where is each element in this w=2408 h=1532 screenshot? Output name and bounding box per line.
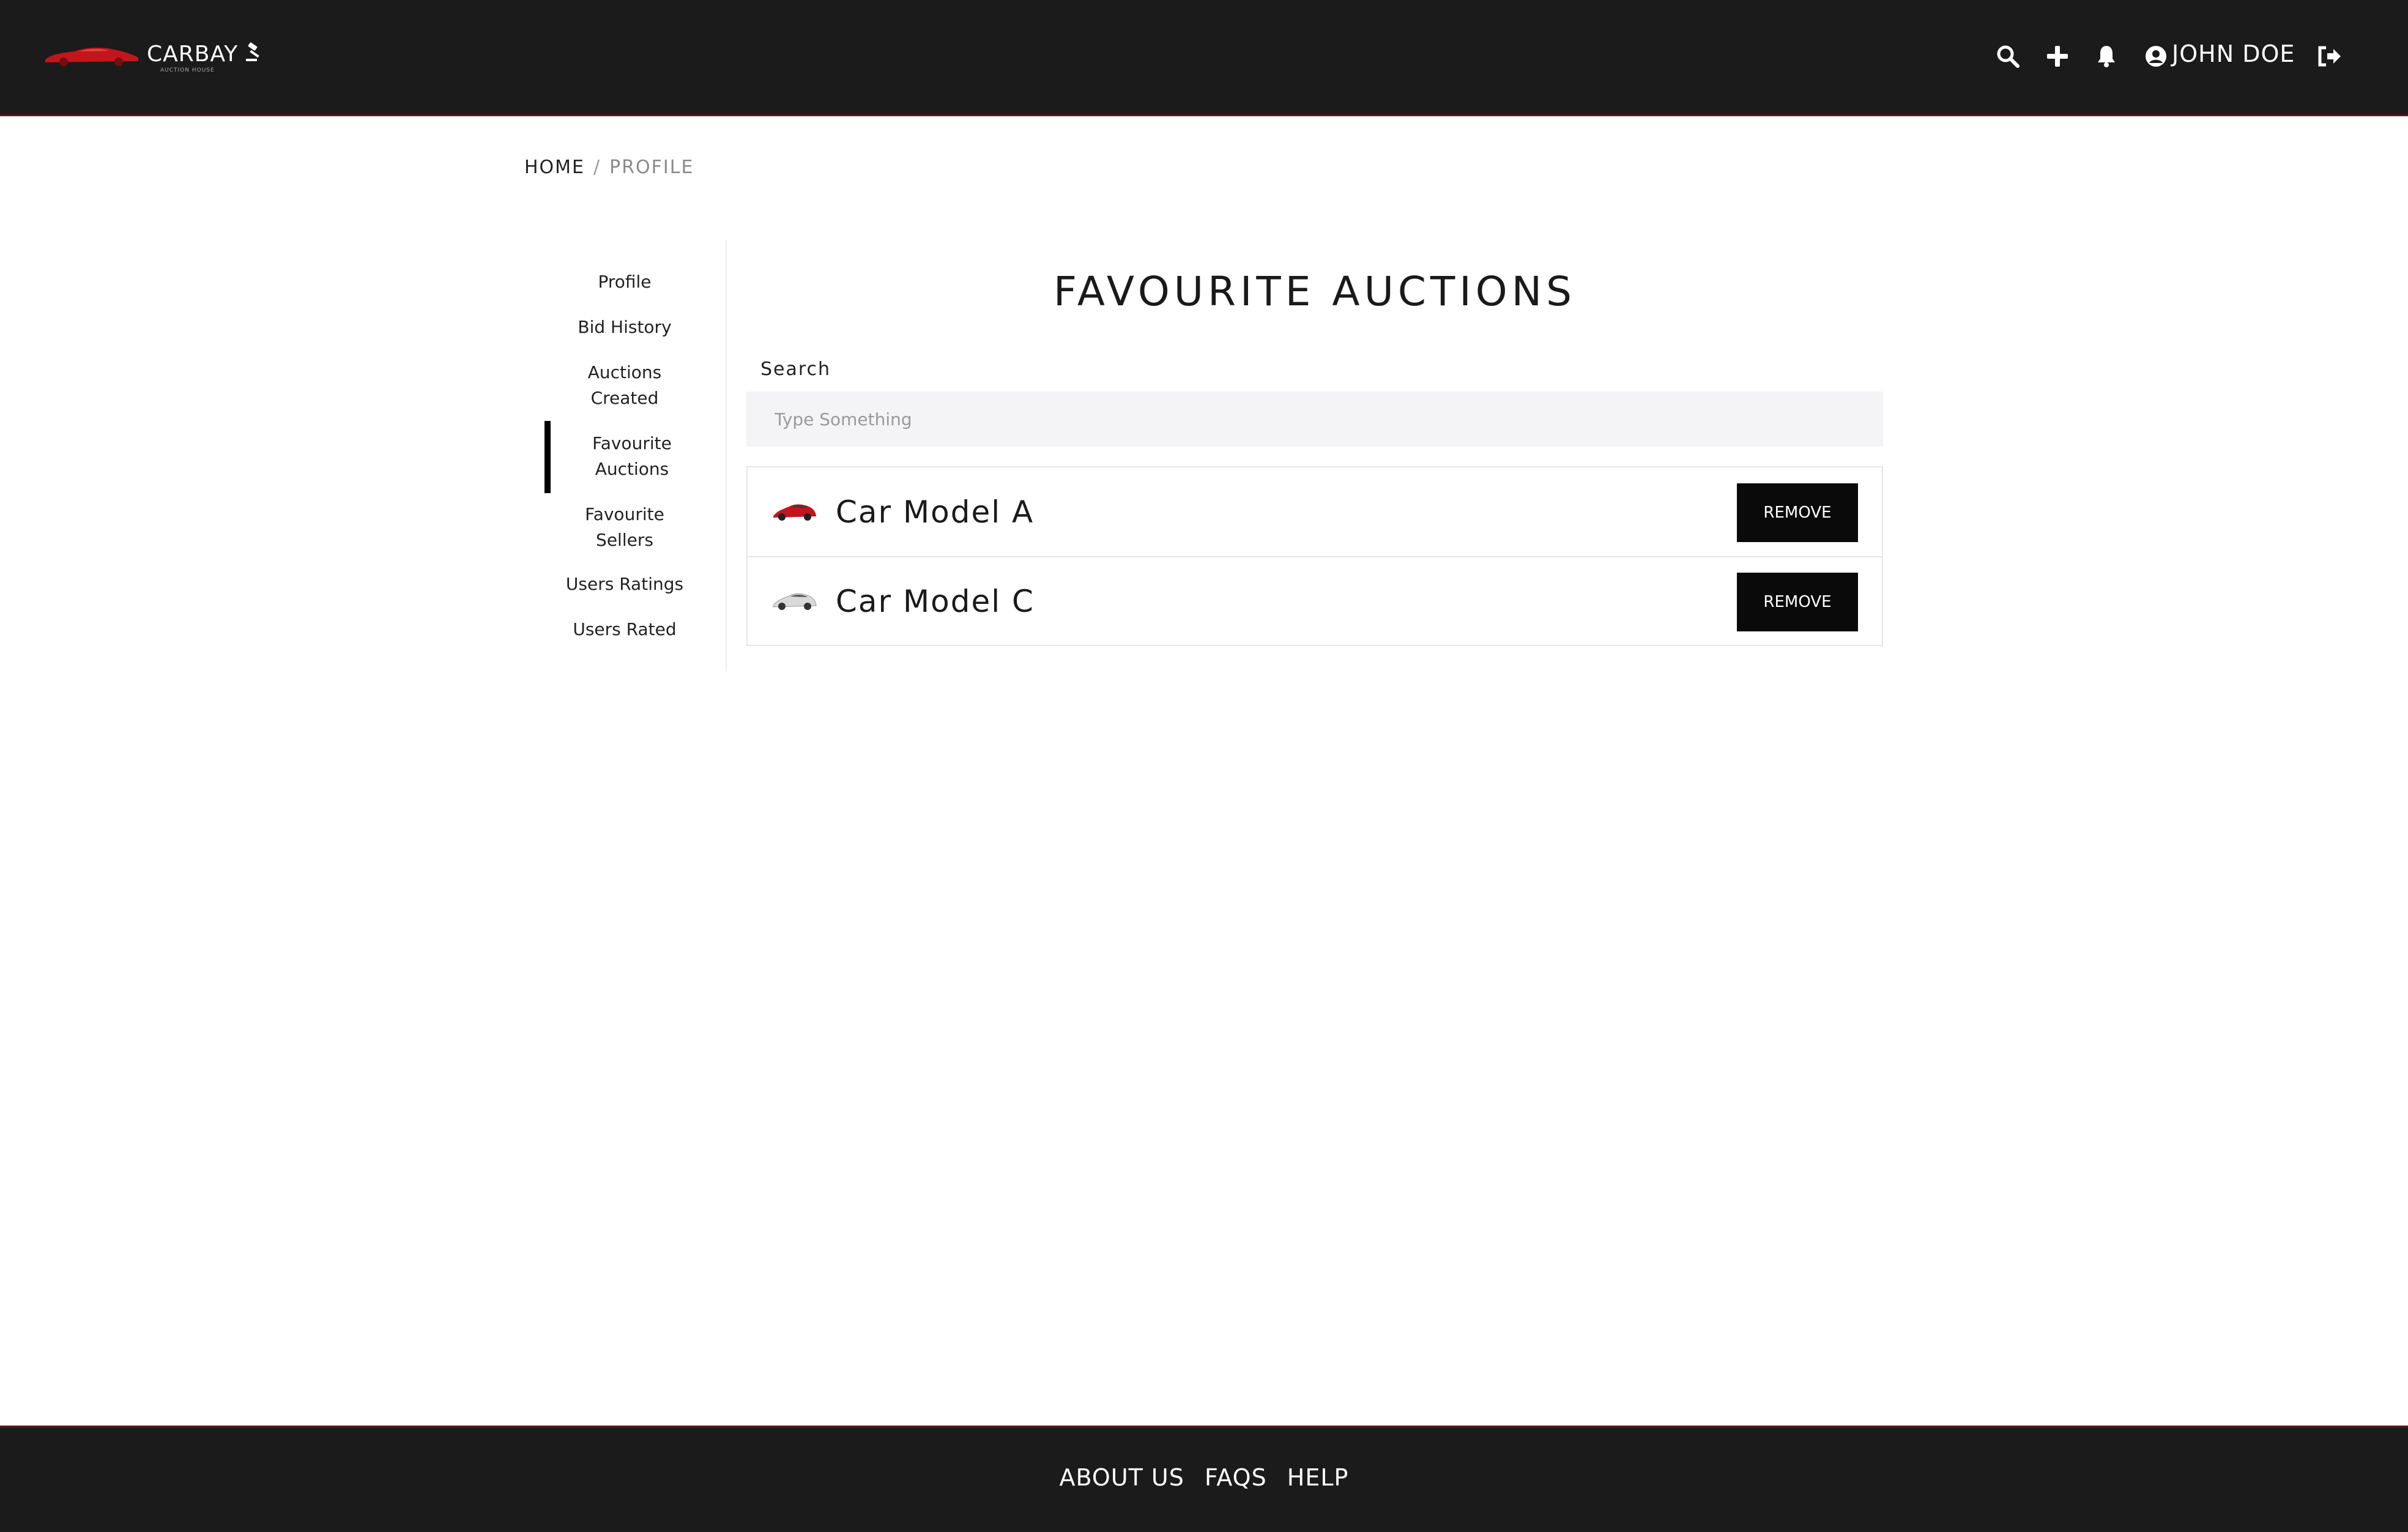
sidebar-item-bid-history[interactable]: Bid History xyxy=(544,314,705,340)
remove-button[interactable]: REMOVE xyxy=(1737,483,1858,542)
sidebar-item-profile[interactable]: Profile xyxy=(544,269,705,295)
footer-link-about-us[interactable]: ABOUT US xyxy=(1060,1464,1184,1491)
breadcrumb-separator: / xyxy=(593,157,601,178)
user-name-link[interactable]: JOHN DOE xyxy=(2172,40,2295,67)
footer-links: ABOUT US FAQS HELP xyxy=(0,1464,2408,1491)
plus-icon[interactable] xyxy=(2046,44,2069,69)
car-thumbnail-image xyxy=(773,593,817,610)
top-navbar: CARBAY AUCTION HOUSE JOHN DOE xyxy=(0,0,2408,116)
search-icon[interactable] xyxy=(1996,44,2020,69)
list-item: Car Model C REMOVE xyxy=(748,557,1882,645)
sidebar-active-indicator xyxy=(544,421,551,493)
remove-button[interactable]: REMOVE xyxy=(1737,573,1858,631)
profile-sidebar: Profile Bid History Auctions Created Fav… xyxy=(544,240,727,671)
logo-car-icon xyxy=(45,47,138,66)
logout-icon[interactable] xyxy=(2317,45,2342,67)
breadcrumb: HOME / PROFILE xyxy=(524,157,694,178)
search-input[interactable] xyxy=(746,392,1883,447)
footer-link-faqs[interactable]: FAQS xyxy=(1205,1464,1267,1491)
brand-subtitle: AUCTION HOUSE xyxy=(160,67,215,73)
user-circle-icon[interactable] xyxy=(2145,45,2167,67)
favourite-auctions-list: Car Model A REMOVE Car Model C REMOVE xyxy=(746,466,1883,646)
brand-logo[interactable]: CARBAY AUCTION HOUSE xyxy=(43,38,275,81)
breadcrumb-home-link[interactable]: HOME xyxy=(524,157,585,178)
car-thumbnail-image xyxy=(773,504,816,521)
auction-item-name[interactable]: Car Model A xyxy=(836,494,1034,530)
sidebar-item-users-ratings[interactable]: Users Ratings xyxy=(544,571,705,597)
search-label: Search xyxy=(760,359,831,380)
sidebar-item-auctions-created[interactable]: Auctions Created xyxy=(544,360,705,411)
brand-name: CARBAY xyxy=(147,42,239,67)
gavel-icon xyxy=(246,42,259,61)
sidebar-item-favourite-auctions[interactable]: Favourite Auctions xyxy=(552,431,712,482)
bell-icon[interactable] xyxy=(2097,44,2116,69)
auction-item-name[interactable]: Car Model C xyxy=(836,584,1035,619)
page-title: FAVOURITE AUCTIONS xyxy=(1054,268,1576,315)
footer-link-help[interactable]: HELP xyxy=(1287,1464,1349,1491)
list-item: Car Model A REMOVE xyxy=(748,467,1882,557)
footer: ABOUT US FAQS HELP xyxy=(0,1426,2408,1532)
sidebar-item-users-rated[interactable]: Users Rated xyxy=(544,617,705,642)
sidebar-item-favourite-sellers[interactable]: Favourite Sellers xyxy=(544,502,705,553)
breadcrumb-current: PROFILE xyxy=(609,157,694,178)
